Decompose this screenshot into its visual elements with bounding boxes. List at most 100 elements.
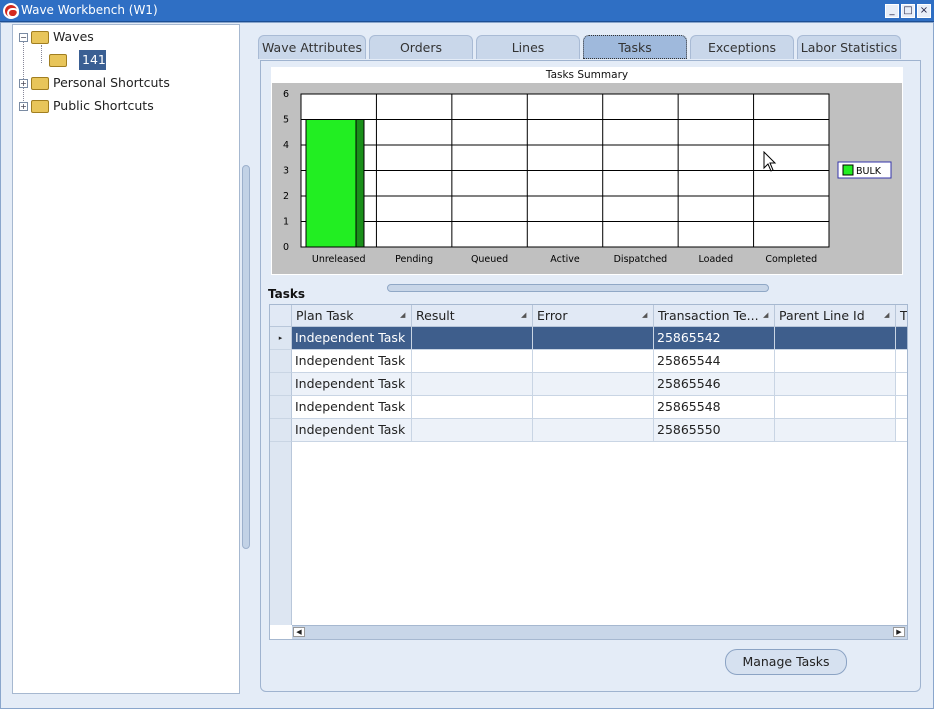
table-cell[interactable] bbox=[775, 396, 896, 419]
table-cell[interactable] bbox=[775, 350, 896, 373]
tab-orders[interactable]: Orders bbox=[369, 35, 473, 59]
tasks-summary-chart: Tasks Summary 0 1 2 3 4 5 6 Unreleased Pending Qu… bbox=[271, 67, 903, 275]
y-tick-label: 5 bbox=[283, 115, 289, 126]
table-cell[interactable]: 25865542 bbox=[654, 327, 775, 350]
chart-canvas: 0 1 2 3 4 5 6 Unreleased Pending Queued Active Disp… bbox=[283, 89, 892, 265]
x-tick-label: Queued bbox=[471, 254, 508, 265]
select-all-header[interactable] bbox=[270, 305, 292, 327]
tasks-section-label: Tasks bbox=[268, 287, 306, 301]
y-tick-label: 2 bbox=[283, 191, 289, 202]
table-cell[interactable] bbox=[775, 419, 896, 442]
x-tick-label: Completed bbox=[765, 254, 817, 265]
row-selector[interactable] bbox=[270, 419, 292, 442]
row-selector[interactable] bbox=[270, 396, 292, 419]
mouse-pointer-icon bbox=[763, 151, 777, 172]
legend-swatch bbox=[842, 164, 854, 176]
column-header[interactable]: Result bbox=[412, 305, 533, 327]
x-tick-label: Unreleased bbox=[312, 254, 366, 265]
tree-node-waves[interactable]: Waves bbox=[31, 29, 94, 44]
navigator-tree: − Waves 141 + Personal Shortcuts + Publi… bbox=[12, 24, 240, 694]
legend-label: BULK bbox=[856, 166, 882, 177]
row-selector[interactable]: ▸ bbox=[270, 327, 292, 350]
table-cell[interactable] bbox=[896, 327, 907, 350]
tree-label: Personal Shortcuts bbox=[52, 75, 170, 90]
y-tick-label: 4 bbox=[283, 140, 289, 151]
table-cell[interactable] bbox=[533, 327, 654, 350]
minimize-button[interactable]: _ bbox=[885, 4, 899, 18]
window-title: Wave Workbench (W1) bbox=[21, 3, 158, 17]
folder-icon bbox=[49, 54, 67, 67]
table-cell[interactable]: 25865550 bbox=[654, 419, 775, 442]
table-cell[interactable] bbox=[896, 350, 907, 373]
tree-node-personal-shortcuts[interactable]: Personal Shortcuts bbox=[31, 75, 170, 90]
table-cell[interactable] bbox=[412, 327, 533, 350]
table-cell[interactable] bbox=[412, 419, 533, 442]
row-selector[interactable] bbox=[270, 350, 292, 373]
x-tick-label: Active bbox=[550, 254, 580, 265]
x-tick-label: Dispatched bbox=[614, 254, 668, 265]
tree-node-141-icon bbox=[49, 52, 67, 67]
tree-node-public-shortcuts[interactable]: Public Shortcuts bbox=[31, 98, 154, 113]
tab-exceptions[interactable]: Exceptions bbox=[690, 35, 794, 59]
table-cell[interactable] bbox=[412, 350, 533, 373]
column-header[interactable]: Transaction Te... bbox=[654, 305, 775, 327]
close-button[interactable]: × bbox=[917, 4, 931, 18]
table-cell[interactable]: 25865544 bbox=[654, 350, 775, 373]
chart-title: Tasks Summary bbox=[272, 68, 902, 83]
manage-tasks-button[interactable]: Manage Tasks bbox=[725, 649, 847, 675]
table-cell[interactable] bbox=[533, 419, 654, 442]
maximize-button[interactable]: □ bbox=[901, 4, 915, 18]
table-cell[interactable]: Independent Task bbox=[292, 373, 412, 396]
title-bar: Wave Workbench (W1) _ □ × bbox=[0, 0, 934, 22]
scroll-left-icon[interactable]: ◀ bbox=[293, 627, 305, 637]
expand-icon[interactable]: + bbox=[19, 102, 28, 111]
tasks-table: Plan Task ◢ Result ◢ Error ◢ Transaction Te...… bbox=[269, 304, 908, 640]
shortcut-folder-icon bbox=[31, 100, 49, 113]
column-header[interactable]: Error bbox=[533, 305, 654, 327]
table-cell[interactable]: 25865546 bbox=[654, 373, 775, 396]
navigator-splitter[interactable] bbox=[242, 165, 250, 549]
row-selector-gutter bbox=[270, 442, 292, 625]
tree-label: Public Shortcuts bbox=[52, 98, 154, 113]
shortcut-folder-icon bbox=[31, 77, 49, 90]
table-cell[interactable] bbox=[533, 373, 654, 396]
table-cell[interactable] bbox=[896, 373, 907, 396]
tab-wave-attributes[interactable]: Wave Attributes bbox=[258, 35, 366, 59]
table-cell[interactable]: Independent Task bbox=[292, 327, 412, 350]
tree-label: Waves bbox=[52, 29, 94, 44]
collapse-icon[interactable]: − bbox=[19, 33, 28, 42]
oracle-icon bbox=[3, 3, 19, 19]
table-cell[interactable] bbox=[775, 373, 896, 396]
table-cell[interactable] bbox=[896, 396, 907, 419]
table-cell[interactable] bbox=[775, 327, 896, 350]
table-cell[interactable] bbox=[533, 396, 654, 419]
tab-bar: Wave Attributes Orders Lines Tasks Excep… bbox=[258, 35, 908, 59]
tab-tasks[interactable]: Tasks bbox=[583, 35, 687, 59]
column-header[interactable]: T bbox=[896, 305, 907, 327]
folder-icon bbox=[31, 31, 49, 44]
column-header[interactable]: Parent Line Id bbox=[775, 305, 896, 327]
table-cell[interactable]: 25865548 bbox=[654, 396, 775, 419]
chart-scrollbar[interactable] bbox=[387, 284, 769, 292]
table-cell[interactable] bbox=[533, 350, 654, 373]
tab-labor-statistics[interactable]: Labor Statistics bbox=[797, 35, 901, 59]
expand-icon[interactable]: + bbox=[19, 79, 28, 88]
table-cell[interactable]: Independent Task bbox=[292, 419, 412, 442]
bar-shadow bbox=[355, 119, 365, 248]
table-cell[interactable] bbox=[896, 419, 907, 442]
row-selector[interactable] bbox=[270, 373, 292, 396]
x-tick-label: Pending bbox=[395, 254, 433, 265]
table-cell[interactable] bbox=[412, 373, 533, 396]
y-tick-label: 3 bbox=[283, 166, 289, 177]
y-tick-label: 1 bbox=[283, 217, 289, 228]
y-tick-label: 0 bbox=[283, 242, 289, 253]
table-cell[interactable] bbox=[412, 396, 533, 419]
y-tick-label: 6 bbox=[283, 89, 289, 100]
column-header[interactable]: Plan Task bbox=[292, 305, 412, 327]
scroll-right-icon[interactable]: ▶ bbox=[893, 627, 905, 637]
tab-lines[interactable]: Lines bbox=[476, 35, 580, 59]
table-cell[interactable]: Independent Task bbox=[292, 350, 412, 373]
table-cell[interactable]: Independent Task bbox=[292, 396, 412, 419]
table-horizontal-scrollbar[interactable] bbox=[292, 625, 907, 639]
tree-node-141[interactable]: 141 bbox=[79, 50, 106, 70]
